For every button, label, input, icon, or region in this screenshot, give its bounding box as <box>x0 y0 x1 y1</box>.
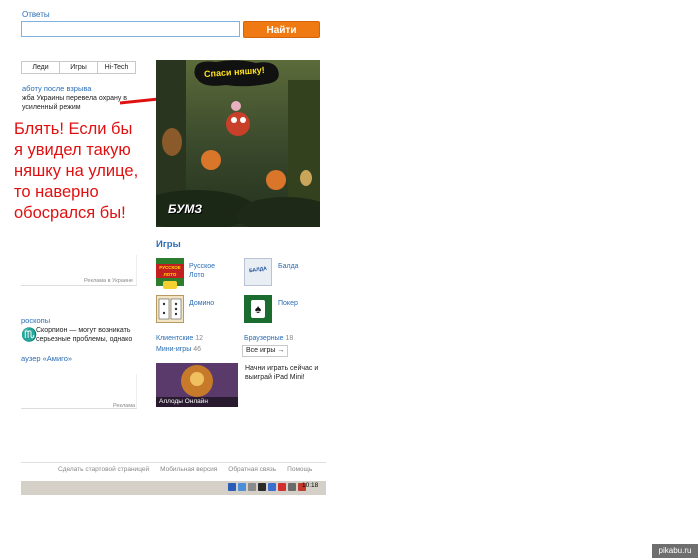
domino-thumb[interactable] <box>156 295 184 323</box>
games-count-value: 46 <box>193 346 201 353</box>
app-tray-icon[interactable] <box>258 483 266 491</box>
domino-tiles-icon <box>158 298 182 320</box>
games-count-label: Мини-игры <box>156 346 192 353</box>
games-count-browser[interactable]: Браузерные 18 <box>244 335 293 342</box>
tab-ladies[interactable]: Леди <box>22 62 59 73</box>
volume-icon[interactable] <box>248 483 256 491</box>
lotto-thumb[interactable]: РУССКОЕ ЛОТО <box>156 258 184 289</box>
taskbar-clock[interactable]: 10:18 <box>302 482 318 489</box>
meme-annotation-text: Блять! Если бы я увидел такую няшку на у… <box>14 120 139 222</box>
ad-label: Реклама в Украине <box>84 278 133 284</box>
allods-promo-image[interactable]: Аллоды Онлайн <box>156 363 238 407</box>
language-icon[interactable] <box>228 483 236 491</box>
news-text: жба Украины перевела охрану в усиленный … <box>22 95 128 111</box>
banner-game-logo: БУМЗ <box>168 202 203 216</box>
footer-link-homepage[interactable]: Сделать стартовой страницей <box>58 466 149 473</box>
games-count-value: 12 <box>195 335 204 342</box>
tab-games[interactable]: Игры <box>59 62 97 73</box>
game-link-domino[interactable]: Домино <box>189 299 214 308</box>
game-banner[interactable]: Спаси няшку! БУМЗ <box>156 60 320 227</box>
news-headline-link[interactable]: аботу после взрыва <box>22 84 91 93</box>
footer-link-feedback[interactable]: Обратная связь <box>228 466 276 473</box>
games-count-mini[interactable]: Мини-игры 46 <box>156 346 201 353</box>
ad-label: Реклама <box>113 403 136 409</box>
games-section-title[interactable]: Игры <box>156 239 181 250</box>
search-button[interactable]: Найти <box>243 21 320 38</box>
category-tabs: Леди Игры Hi-Tech <box>21 61 136 74</box>
tab-hitech[interactable]: Hi-Tech <box>97 62 135 73</box>
search-section-label[interactable]: Ответы <box>22 10 50 19</box>
ipad-promo-text[interactable]: Начни играть сейчас и выиграй iPad Mini! <box>245 364 325 382</box>
balda-thumb[interactable]: БАЛДА <box>244 258 272 286</box>
scorpio-icon: ♏ <box>21 327 38 342</box>
pikabu-watermark: pikabu.ru <box>652 544 698 558</box>
horoscope-text: Скорпион — могут возникать серьезные про… <box>36 327 133 343</box>
games-count-client[interactable]: Клиентские 12 <box>156 335 203 342</box>
horoscope-link[interactable]: роскопы <box>21 316 50 325</box>
footer-links: Сделать стартовой страницей Мобильная ве… <box>58 466 312 473</box>
poker-thumb[interactable]: ♠ <box>244 295 272 323</box>
antivirus-icon[interactable] <box>278 483 286 491</box>
games-count-value: 18 <box>285 335 294 342</box>
footer-link-help[interactable]: Помощь <box>287 466 312 473</box>
games-count-label: Клиентские <box>156 335 194 342</box>
game-link-poker[interactable]: Покер <box>278 299 298 308</box>
balda-thumb-label: БАЛДА <box>248 265 268 275</box>
game-link-lotto[interactable]: Русское Лото <box>189 262 229 280</box>
browser-promo-link[interactable]: аузер «Амиго» <box>21 354 72 363</box>
footer-divider <box>21 462 326 463</box>
settings-tray-icon[interactable] <box>288 483 296 491</box>
allods-promo-label: Аллоды Онлайн <box>159 398 209 405</box>
footer-link-mobile[interactable]: Мобильная версия <box>160 466 217 473</box>
all-games-button[interactable]: Все игры → <box>242 345 289 357</box>
spade-card-icon: ♠ <box>251 300 265 318</box>
game-link-balda[interactable]: Балда <box>278 262 299 271</box>
lotto-barrel-icon <box>163 281 177 289</box>
lotto-thumb-label: РУССКОЕ ЛОТО <box>156 264 184 278</box>
network-icon[interactable] <box>238 483 246 491</box>
update-icon[interactable] <box>268 483 276 491</box>
games-count-label: Браузерные <box>244 335 284 342</box>
search-input[interactable] <box>21 21 240 37</box>
